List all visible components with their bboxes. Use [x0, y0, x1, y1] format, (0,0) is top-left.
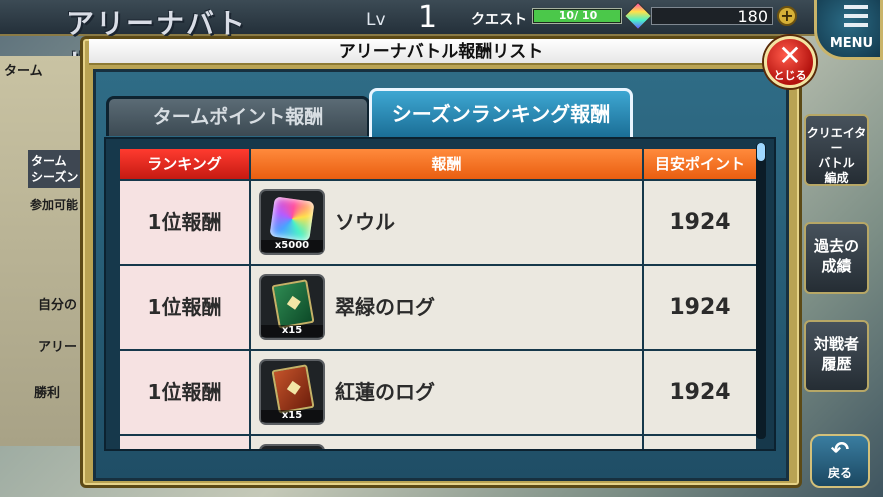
left-text-victory: 勝利 — [34, 386, 61, 401]
table-scrollbar[interactable] — [756, 143, 766, 439]
top-status-bar: アリーナバトル Lv 1 クエスト 10/ 10 180 + — [0, 0, 883, 80]
reward-quantity: x15 — [261, 325, 323, 337]
log-emblem-icon — [286, 295, 301, 310]
reward-item-icon[interactable]: x5000 — [259, 189, 325, 255]
gem-counter: 180 — [651, 7, 773, 26]
header-target-points: 目安ポイント — [644, 149, 756, 179]
left-text-arena: アリー — [38, 340, 78, 355]
table-header: ランキング 報酬 目安ポイント — [120, 149, 756, 179]
reward-item-name: 紅蓮のログ — [335, 380, 435, 404]
hamburger-icon — [844, 5, 868, 27]
row-reward: x15 翠緑のログ — [251, 266, 642, 349]
reward-quantity: x5000 — [261, 240, 323, 252]
menu-button[interactable]: MENU — [814, 0, 883, 60]
table-row: 1位報酬 x15 翠緑のログ 1924 — [120, 266, 756, 349]
opponent-history-button[interactable]: 対戦者 履歴 — [804, 320, 869, 392]
dialog-titlebar: アリーナバトル報酬リスト — [89, 39, 793, 65]
row-points: 1924 — [644, 266, 756, 349]
log-emblem-icon — [286, 380, 301, 395]
close-icon: ✕ — [778, 39, 802, 72]
creator-battle-formation-button[interactable]: クリエイター バトル 編成 — [804, 114, 869, 186]
quest-stamina-bar: 10/ 10 — [532, 8, 622, 24]
quest-label: クエスト — [471, 12, 527, 28]
row-reward-partial — [251, 436, 642, 449]
reward-quantity: x15 — [261, 410, 323, 422]
table-row-partial — [120, 436, 756, 449]
close-button[interactable]: ✕ とじる — [764, 36, 816, 88]
left-term-season-box: ターム シーズン — [28, 150, 88, 188]
reward-item-icon-partial — [259, 444, 325, 449]
rainbow-cube-icon — [269, 196, 315, 242]
tab-season-ranking-rewards[interactable]: シーズンランキング報酬 — [369, 88, 633, 138]
row-rank: 1位報酬 — [120, 351, 249, 434]
level-label: Lv — [366, 10, 386, 30]
row-rank: 1位報酬 — [120, 181, 249, 264]
quest-stamina-text: 10/ 10 — [558, 9, 598, 22]
row-rank-partial — [120, 436, 249, 449]
reward-item-name: 翠緑のログ — [335, 295, 435, 319]
past-results-button[interactable]: 過去の 成績 — [804, 222, 869, 294]
menu-label: MENU — [829, 36, 874, 51]
left-text-term: ターム — [4, 64, 43, 79]
reward-item-icon[interactable]: x15 — [259, 359, 325, 425]
reward-table: ランキング 報酬 目安ポイント 1位報酬 x5000 ソウル 1924 1位報酬 — [104, 137, 776, 451]
level-value: 1 — [418, 0, 438, 35]
row-points-partial — [644, 436, 756, 449]
arena-battle-logo: アリーナバトル — [66, 7, 247, 80]
reward-item-name: ソウル — [335, 210, 395, 234]
green-log-book-icon — [271, 279, 315, 329]
gem-count: 180 — [737, 7, 768, 26]
red-log-book-icon — [271, 364, 315, 414]
row-reward: x15 紅蓮のログ — [251, 351, 642, 434]
reward-item-icon[interactable]: x15 — [259, 274, 325, 340]
row-points: 1924 — [644, 181, 756, 264]
back-label: 戻る — [827, 466, 852, 480]
back-button[interactable]: ↶ 戻る — [810, 434, 870, 488]
header-reward: 報酬 — [251, 149, 642, 179]
table-row: 1位報酬 x15 紅蓮のログ 1924 — [120, 351, 756, 434]
gem-icon — [623, 1, 653, 31]
back-arrow-icon: ↶ — [830, 438, 850, 463]
header-ranking: ランキング — [120, 149, 249, 179]
scrollbar-thumb[interactable] — [757, 143, 765, 161]
row-reward: x5000 ソウル — [251, 181, 642, 264]
tab-term-point-rewards[interactable]: タームポイント報酬 — [106, 96, 370, 136]
left-text-self: 自分の — [38, 298, 78, 313]
row-rank: 1位報酬 — [120, 266, 249, 349]
dialog-title: アリーナバトル報酬リスト — [338, 42, 544, 62]
add-gems-button[interactable]: + — [777, 6, 797, 26]
left-text-participable: 参加可能 — [30, 198, 79, 212]
close-label: とじる — [773, 69, 807, 82]
row-points: 1924 — [644, 351, 756, 434]
left-info-panel: ターム ターム シーズン 参加可能 自分の アリー 勝利 — [0, 56, 88, 446]
table-row: 1位報酬 x5000 ソウル 1924 — [120, 181, 756, 264]
